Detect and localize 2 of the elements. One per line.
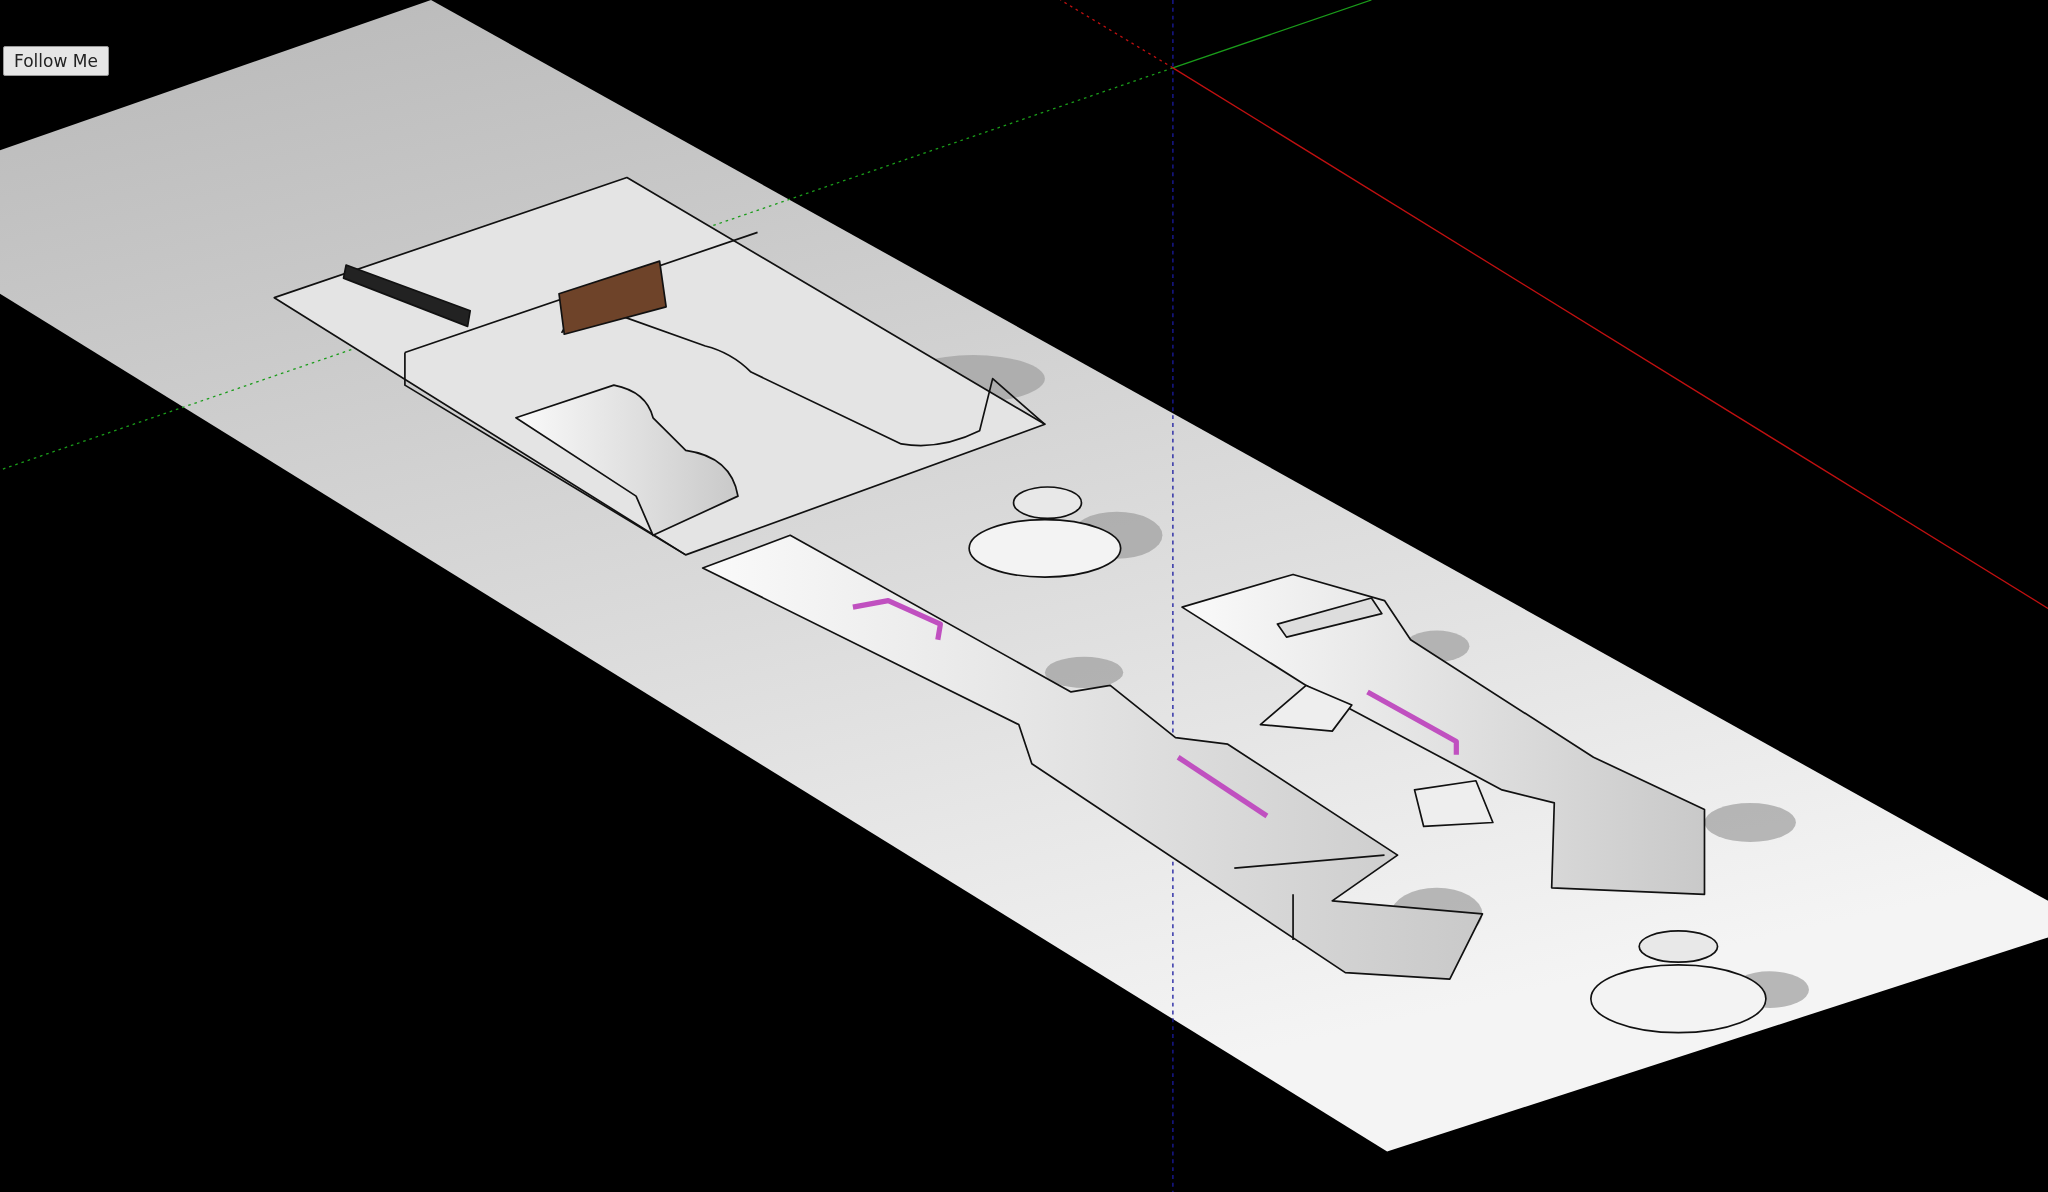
model-viewport[interactable]: Follow Me (0, 0, 2048, 1192)
tool-tooltip: Follow Me (3, 46, 109, 76)
